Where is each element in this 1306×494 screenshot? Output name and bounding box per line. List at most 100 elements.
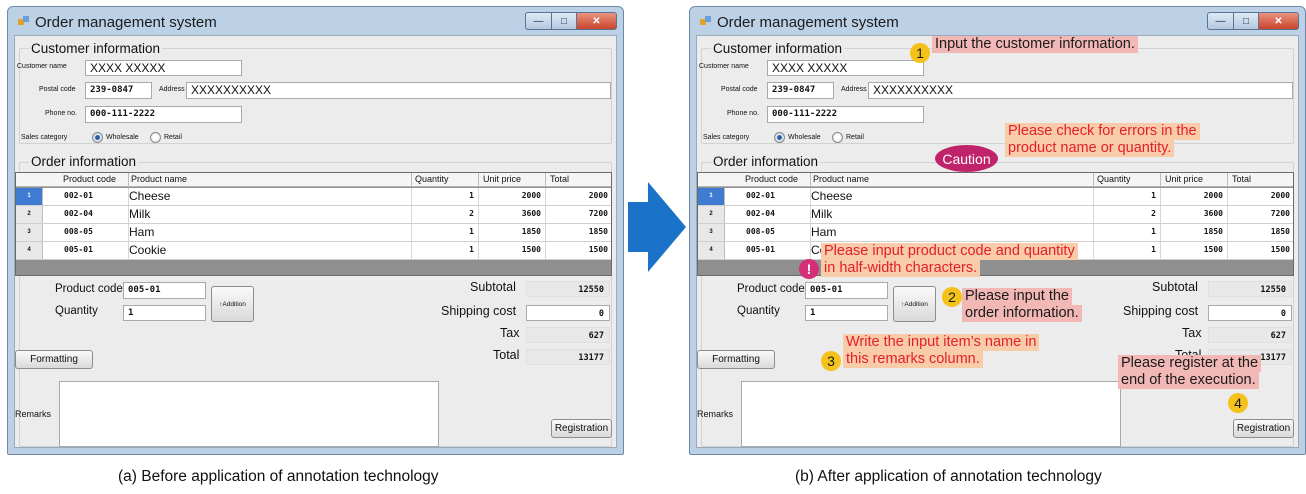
cell-name[interactable]: Cheese bbox=[811, 189, 852, 203]
customer-name-field[interactable]: XXXX XXXXX bbox=[85, 60, 242, 76]
address-field[interactable]: XXXXXXXXXX bbox=[868, 82, 1293, 99]
cell-qty[interactable]: 2 bbox=[416, 209, 474, 218]
shipping-cost-input[interactable]: 0 bbox=[1208, 305, 1292, 321]
maximize-button[interactable]: □ bbox=[551, 12, 577, 30]
addition-button[interactable]: ↑ Addition bbox=[893, 286, 936, 322]
cell-code[interactable]: 002-01 bbox=[64, 191, 93, 200]
cell-total[interactable]: 1500 bbox=[1231, 245, 1290, 254]
cell-name[interactable]: Milk bbox=[811, 207, 832, 221]
table-row[interactable]: 3 008-05 Ham 1 1850 1850 bbox=[16, 224, 611, 242]
minimize-button[interactable]: — bbox=[525, 12, 551, 30]
cell-total[interactable]: 1500 bbox=[549, 245, 608, 254]
cell-total[interactable]: 2000 bbox=[1231, 191, 1290, 200]
cell-qty[interactable]: 1 bbox=[1098, 227, 1156, 236]
cell-code[interactable]: 002-01 bbox=[746, 191, 775, 200]
cell-qty[interactable]: 2 bbox=[1098, 209, 1156, 218]
cell-total[interactable]: 7200 bbox=[1231, 209, 1290, 218]
table-row[interactable]: 2 002-04 Milk 2 3600 7200 bbox=[16, 206, 611, 224]
table-row[interactable]: 1 002-01 Cheese 1 2000 2000 bbox=[698, 188, 1293, 206]
cell-name[interactable]: Cheese bbox=[129, 189, 170, 203]
cell-price[interactable]: 1500 bbox=[1164, 245, 1223, 254]
phone-field[interactable]: 000-111-2222 bbox=[767, 106, 924, 123]
address-field[interactable]: XXXXXXXXXX bbox=[186, 82, 611, 99]
table-row[interactable]: 3 008-05 Ham 1 1850 1850 bbox=[698, 224, 1293, 242]
postal-code-field[interactable]: 239-0847 bbox=[767, 82, 834, 99]
quantity-input[interactable]: 1 bbox=[123, 305, 206, 321]
maximize-button[interactable]: □ bbox=[1233, 12, 1259, 30]
formatting-button[interactable]: Formatting bbox=[15, 350, 93, 369]
retail-radio[interactable] bbox=[150, 132, 161, 143]
cell-name[interactable]: Cookie bbox=[129, 243, 166, 257]
cell-qty[interactable]: 1 bbox=[1098, 245, 1156, 254]
phone-field[interactable]: 000-111-2222 bbox=[85, 106, 242, 123]
table-row[interactable]: 1 002-01 Cheese 1 2000 2000 bbox=[16, 188, 611, 206]
product-code-input[interactable]: 005-01 bbox=[123, 282, 206, 299]
panel-before: Order management system — □ ✕ Customer i… bbox=[0, 0, 624, 460]
cell-total[interactable]: 7200 bbox=[549, 209, 608, 218]
col-product-code[interactable]: Product code bbox=[745, 174, 798, 184]
addition-button[interactable]: ↑ Addition bbox=[211, 286, 254, 322]
cell-qty[interactable]: 1 bbox=[416, 245, 474, 254]
remarks-field[interactable] bbox=[59, 381, 439, 447]
cell-code[interactable]: 008-05 bbox=[64, 227, 93, 236]
cell-code[interactable]: 002-04 bbox=[746, 209, 775, 218]
shipping-cost-input[interactable]: 0 bbox=[526, 305, 610, 321]
col-total[interactable]: Total bbox=[550, 174, 569, 184]
table-row[interactable]: 4 005-01 Cookie 1 1500 1500 bbox=[16, 242, 611, 260]
cell-qty[interactable]: 1 bbox=[416, 191, 474, 200]
retail-radio[interactable] bbox=[832, 132, 843, 143]
quantity-input[interactable]: 1 bbox=[805, 305, 888, 321]
customer-name-field[interactable]: XXXX XXXXX bbox=[767, 60, 924, 76]
col-unit-price[interactable]: Unit price bbox=[483, 174, 521, 184]
remarks-field[interactable] bbox=[741, 381, 1121, 447]
row-header[interactable]: 4 bbox=[16, 242, 43, 259]
cell-code[interactable]: 005-01 bbox=[64, 245, 93, 254]
col-total[interactable]: Total bbox=[1232, 174, 1251, 184]
row-header[interactable]: 3 bbox=[698, 224, 725, 241]
postal-code-field[interactable]: 239-0847 bbox=[85, 82, 152, 99]
formatting-button[interactable]: Formatting bbox=[697, 350, 775, 369]
product-code-input[interactable]: 005-01 bbox=[805, 282, 888, 299]
cell-code[interactable]: 008-05 bbox=[746, 227, 775, 236]
product-code-label: Product code bbox=[55, 283, 123, 295]
registration-button[interactable]: Registration bbox=[551, 419, 612, 438]
col-quantity[interactable]: Quantity bbox=[415, 174, 449, 184]
cell-qty[interactable]: 1 bbox=[1098, 191, 1156, 200]
col-product-name[interactable]: Product name bbox=[131, 174, 187, 184]
cell-total[interactable]: 2000 bbox=[549, 191, 608, 200]
cell-total[interactable]: 1850 bbox=[1231, 227, 1290, 236]
col-unit-price[interactable]: Unit price bbox=[1165, 174, 1203, 184]
cell-price[interactable]: 1850 bbox=[482, 227, 541, 236]
cell-name[interactable]: Ham bbox=[811, 225, 836, 239]
cell-price[interactable]: 3600 bbox=[1164, 209, 1223, 218]
cell-price[interactable]: 3600 bbox=[482, 209, 541, 218]
cell-price[interactable]: 2000 bbox=[482, 191, 541, 200]
order-grid[interactable]: Product code Product name Quantity Unit … bbox=[697, 172, 1294, 276]
cell-qty[interactable]: 1 bbox=[416, 227, 474, 236]
row-header[interactable]: 3 bbox=[16, 224, 43, 241]
order-grid[interactable]: Product code Product name Quantity Unit … bbox=[15, 172, 612, 276]
cell-total[interactable]: 1850 bbox=[549, 227, 608, 236]
close-button[interactable]: ✕ bbox=[1259, 12, 1299, 30]
row-header[interactable]: 1 bbox=[16, 188, 43, 205]
row-header[interactable]: 2 bbox=[16, 206, 43, 223]
col-product-name[interactable]: Product name bbox=[813, 174, 869, 184]
table-row[interactable]: 2 002-04 Milk 2 3600 7200 bbox=[698, 206, 1293, 224]
row-header[interactable]: 4 bbox=[698, 242, 725, 259]
wholesale-radio[interactable] bbox=[774, 132, 785, 143]
wholesale-radio[interactable] bbox=[92, 132, 103, 143]
col-quantity[interactable]: Quantity bbox=[1097, 174, 1131, 184]
close-button[interactable]: ✕ bbox=[577, 12, 617, 30]
col-product-code[interactable]: Product code bbox=[63, 174, 116, 184]
cell-name[interactable]: Milk bbox=[129, 207, 150, 221]
cell-name[interactable]: Ham bbox=[129, 225, 154, 239]
minimize-button[interactable]: — bbox=[1207, 12, 1233, 30]
registration-button[interactable]: Registration bbox=[1233, 419, 1294, 438]
cell-code[interactable]: 005-01 bbox=[746, 245, 775, 254]
row-header[interactable]: 1 bbox=[698, 188, 725, 205]
cell-price[interactable]: 2000 bbox=[1164, 191, 1223, 200]
cell-price[interactable]: 1850 bbox=[1164, 227, 1223, 236]
cell-code[interactable]: 002-04 bbox=[64, 209, 93, 218]
cell-price[interactable]: 1500 bbox=[482, 245, 541, 254]
row-header[interactable]: 2 bbox=[698, 206, 725, 223]
